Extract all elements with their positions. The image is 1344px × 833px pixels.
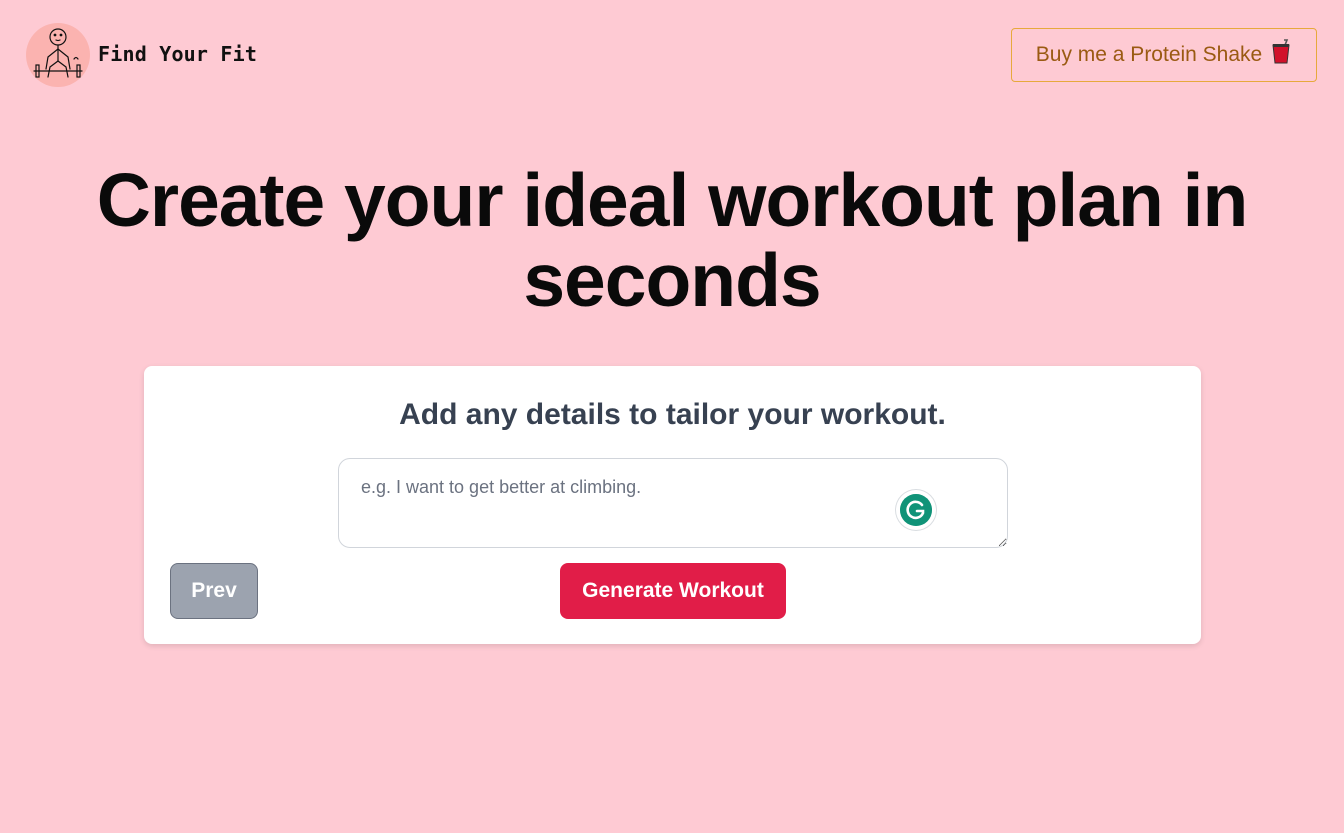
workout-form-card: Add any details to tailor your workout. … <box>144 366 1201 644</box>
hero-title: Create your ideal workout plan in second… <box>96 158 1249 322</box>
weightlifter-icon <box>26 23 90 87</box>
prev-button[interactable]: Prev <box>170 563 258 619</box>
generate-workout-button[interactable]: Generate Workout <box>560 563 786 619</box>
buy-protein-shake-button[interactable]: Buy me a Protein Shake <box>1011 28 1317 82</box>
brand-name: Find Your Fit <box>98 42 258 66</box>
buy-protein-shake-label: Buy me a Protein Shake <box>1035 43 1263 66</box>
brand-logo-link[interactable]: Find Your Fit <box>26 23 257 87</box>
grammarly-icon[interactable] <box>896 490 936 530</box>
card-title: Add any details to tailor your workout. <box>399 398 946 431</box>
cup-icon <box>1270 39 1292 71</box>
page: Find Your Fit Buy me a Protein Shake Cre… <box>0 0 1344 833</box>
